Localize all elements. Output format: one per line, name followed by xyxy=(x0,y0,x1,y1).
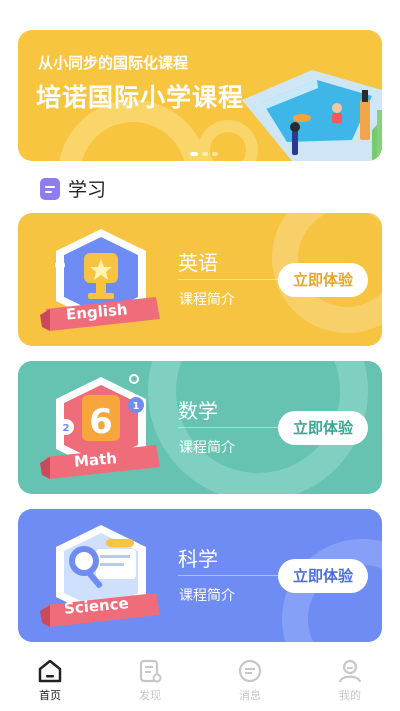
discover-icon xyxy=(139,659,162,683)
book-pool-illustration xyxy=(242,70,382,161)
course-desc[interactable]: 课程简介 xyxy=(179,585,235,605)
badge-number: 6 xyxy=(89,402,113,442)
divider xyxy=(178,427,290,428)
promo-banner[interactable]: 从小同步的国际化课程 培诺国际小学课程 xyxy=(18,30,382,161)
divider xyxy=(178,279,290,280)
course-desc[interactable]: 课程简介 xyxy=(179,289,235,309)
badge-label: Math xyxy=(73,449,118,471)
tab-profile[interactable]: 我的 xyxy=(300,650,400,711)
try-now-button[interactable]: 立即体验 xyxy=(278,263,368,297)
study-icon xyxy=(40,177,60,200)
number-badge-icon: 6 2 1 xyxy=(40,374,160,479)
course-card-english[interactable]: English 英语 课程简介 立即体验 xyxy=(18,213,382,346)
course-name: 数学 xyxy=(178,399,218,423)
svg-text:1: 1 xyxy=(133,401,140,412)
home-icon xyxy=(38,659,62,683)
banner-pager-dot[interactable] xyxy=(190,152,198,156)
section-title: 学习 xyxy=(68,179,107,201)
try-now-button[interactable]: 立即体验 xyxy=(278,411,368,445)
section-header: 学习 xyxy=(40,175,106,202)
course-card-science[interactable]: Science 科学 课程简介 立即体验 xyxy=(18,509,382,642)
banner-pager-dot[interactable] xyxy=(202,152,208,156)
tab-label: 首页 xyxy=(39,689,61,702)
trophy-badge-icon xyxy=(40,229,160,331)
course-card-math[interactable]: 6 2 1 Math 数学 课程简介 立即体验 xyxy=(18,361,382,494)
svg-text:2: 2 xyxy=(63,423,70,434)
banner-pager-dot[interactable] xyxy=(212,152,218,156)
course-desc[interactable]: 课程简介 xyxy=(179,437,235,457)
try-now-button[interactable]: 立即体验 xyxy=(278,559,368,593)
banner-subtitle: 从小同步的国际化课程 xyxy=(38,54,189,72)
tab-messages[interactable]: 消息 xyxy=(200,650,300,711)
tab-discover[interactable]: 发现 xyxy=(100,650,200,711)
tab-label: 消息 xyxy=(239,689,261,702)
divider xyxy=(178,575,290,576)
course-name: 科学 xyxy=(178,547,218,571)
message-icon xyxy=(238,659,262,683)
banner-title: 培诺国际小学课程 xyxy=(36,83,245,112)
course-name: 英语 xyxy=(178,251,218,275)
tab-label: 发现 xyxy=(139,689,161,702)
bottom-tab-bar: 首页 发现 消息 我的 xyxy=(0,650,400,711)
tab-label: 我的 xyxy=(339,689,361,702)
profile-icon xyxy=(338,659,362,683)
banner-pager xyxy=(190,152,218,156)
magnifier-badge-icon xyxy=(40,525,160,627)
tab-home[interactable]: 首页 xyxy=(0,650,100,711)
